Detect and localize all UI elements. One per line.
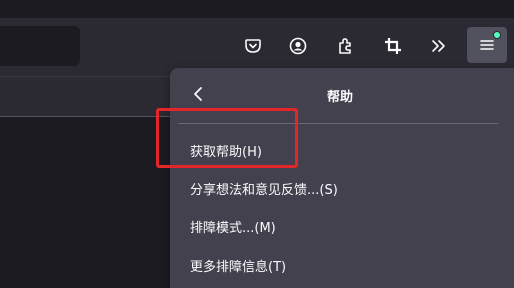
menu-item-label: 排障模式...(M) <box>190 220 276 236</box>
screenshot-button[interactable] <box>378 30 408 62</box>
app-menu-button[interactable] <box>467 27 507 63</box>
account-button[interactable] <box>283 30 313 62</box>
menu-item-label: 获取帮助(H) <box>190 144 262 160</box>
extensions-button[interactable] <box>330 30 360 62</box>
url-bar[interactable] <box>0 26 80 66</box>
menu-item-label: 分享想法和意见反馈...(S) <box>190 182 338 198</box>
chevron-left-icon <box>191 86 205 106</box>
pocket-button[interactable] <box>238 30 268 62</box>
tab-strip <box>0 0 514 18</box>
panel-separator <box>178 123 498 124</box>
hamburger-menu-icon <box>478 36 496 54</box>
help-panel: 帮助 获取帮助(H) 分享想法和意见反馈...(S) 排障模式...(M) 更多… <box>170 68 514 288</box>
back-button[interactable] <box>184 82 212 110</box>
overflow-button[interactable] <box>424 30 454 62</box>
pocket-icon <box>244 37 262 55</box>
menu-item-troubleshooting-info[interactable]: 更多排障信息(T) <box>170 247 514 283</box>
overflow-chevron-icon <box>430 37 448 55</box>
extensions-icon <box>336 37 354 55</box>
account-icon <box>289 37 307 55</box>
menu-item-troubleshoot-mode[interactable]: 排障模式...(M) <box>170 208 514 244</box>
browser-window: 帮助 获取帮助(H) 分享想法和意见反馈...(S) 排障模式...(M) 更多… <box>0 0 514 288</box>
panel-title: 帮助 <box>326 90 353 105</box>
screenshot-icon <box>384 37 402 55</box>
menu-item-share-feedback[interactable]: 分享想法和意见反馈...(S) <box>170 170 514 206</box>
menu-item-label: 更多排障信息(T) <box>190 259 287 275</box>
menu-item-get-help[interactable]: 获取帮助(H) <box>170 132 514 168</box>
update-badge <box>493 31 501 39</box>
panel-header: 帮助 <box>170 68 514 122</box>
